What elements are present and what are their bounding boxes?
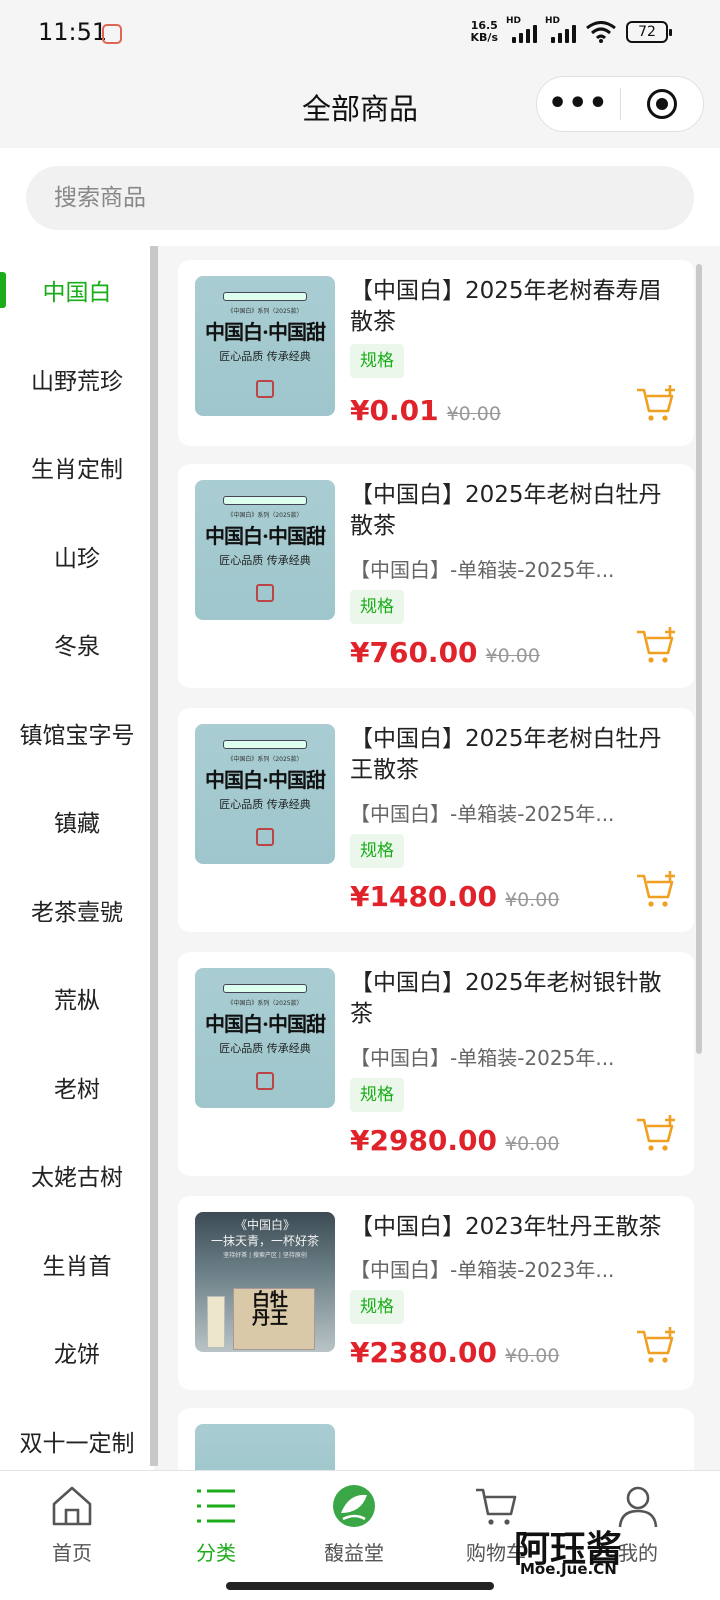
watermark-url: Moe.Jue.CN bbox=[520, 1560, 617, 1578]
sidebar-item-shanzhen[interactable]: 山珍 bbox=[0, 512, 154, 601]
product-desc: 【中国白】-单箱装-2025年... bbox=[350, 558, 615, 582]
sidebar-item-zhencang[interactable]: 镇藏 bbox=[0, 777, 154, 866]
sidebar-item-laoshu[interactable]: 老树 bbox=[0, 1043, 154, 1132]
sidebar-item-dongquan[interactable]: 冬泉 bbox=[0, 600, 154, 689]
target-icon bbox=[646, 89, 677, 119]
sidebar-item-shanye[interactable]: 山野荒珍 bbox=[0, 335, 154, 424]
mini-program-capsule: ••• bbox=[536, 76, 704, 132]
add-to-cart-icon[interactable] bbox=[634, 870, 678, 910]
product-title[interactable]: 【中国白】2023年牡丹王散茶 bbox=[350, 1212, 684, 1243]
spec-button[interactable]: 规格 bbox=[350, 590, 404, 624]
product-price: ¥0.01 ¥0.00 bbox=[350, 394, 501, 427]
home-icon bbox=[52, 1486, 92, 1526]
product-card[interactable]: 《中国白》系列（2025款） 中国白·中国甜 匠心品质 传承经典 【中国白】20… bbox=[178, 708, 694, 932]
sidebar-item-tailao[interactable]: 太姥古树 bbox=[0, 1131, 154, 1220]
product-image[interactable]: 《中国白》系列（2025款） 中国白·中国甜 匠心品质 传承经典 bbox=[195, 968, 335, 1108]
product-card[interactable]: 《中国白》系列（2025款） 中国白·中国甜 匠心品质 传承经典 【中国白】20… bbox=[178, 464, 694, 688]
add-to-cart-icon[interactable] bbox=[634, 1326, 678, 1366]
more-dots-icon[interactable]: ••• bbox=[537, 76, 620, 132]
original-price: ¥0.00 bbox=[485, 645, 540, 667]
category-sidebar: 中国白 山野荒珍 生肖定制 山珍 冬泉 镇馆宝字号 镇藏 老茶壹號 荒枞 老树 … bbox=[0, 246, 154, 1470]
product-image[interactable]: 《中国白》 一抹天青，一杯好茶 坚持好茶 | 搜索产区 | 坚持原创 白牡丹王 bbox=[195, 1212, 335, 1352]
original-price: ¥0.00 bbox=[505, 1345, 560, 1367]
signal-icon: HD bbox=[545, 16, 576, 43]
sidebar-scrollbar[interactable] bbox=[150, 246, 158, 1466]
product-list: 《中国白》系列（2025款） 中国白·中国甜 匠心品质 传承经典 【中国白】20… bbox=[158, 246, 720, 1470]
add-to-cart-icon[interactable] bbox=[634, 626, 678, 666]
product-image[interactable]: 《中国白》系列（2025款） 中国白·中国甜 匠心品质 传承经典 bbox=[195, 480, 335, 620]
cart-icon bbox=[476, 1488, 517, 1525]
original-price: ¥0.00 bbox=[505, 889, 560, 911]
original-price: ¥0.00 bbox=[446, 403, 501, 425]
sidebar-item-shengxiaoshou[interactable]: 生肖首 bbox=[0, 1220, 154, 1309]
product-title[interactable]: 【中国白】2025年老树白牡丹散茶 bbox=[350, 480, 684, 542]
sidebar-item-huangcong[interactable]: 荒枞 bbox=[0, 954, 154, 1043]
tab-category[interactable]: 分类 bbox=[144, 1483, 288, 1565]
spec-button[interactable]: 规格 bbox=[350, 344, 404, 378]
spec-button[interactable]: 规格 bbox=[350, 834, 404, 868]
sidebar-item-longbing[interactable]: 龙饼 bbox=[0, 1308, 154, 1397]
product-desc: 【中国白】-单箱装-2023年... bbox=[350, 1258, 615, 1282]
signal-icon: HD bbox=[506, 16, 537, 43]
product-image[interactable] bbox=[195, 1424, 335, 1470]
sidebar-item-laocha[interactable]: 老茶壹號 bbox=[0, 866, 154, 955]
seal-icon bbox=[256, 584, 274, 602]
sidebar-item-zhongguobai[interactable]: 中国白 bbox=[0, 246, 154, 335]
spec-button[interactable]: 规格 bbox=[350, 1290, 404, 1324]
product-card[interactable]: 《中国白》系列（2025款） 中国白·中国甜 匠心品质 传承经典 【中国白】20… bbox=[178, 260, 694, 446]
product-card[interactable]: 《中国白》系列（2025款） 中国白·中国甜 匠心品质 传承经典 【中国白】20… bbox=[178, 952, 694, 1176]
product-image[interactable]: 《中国白》系列（2025款） 中国白·中国甜 匠心品质 传承经典 bbox=[195, 276, 335, 416]
product-title[interactable]: 【中国白】2025年老树白牡丹王散茶 bbox=[350, 724, 684, 786]
list-scrollbar[interactable] bbox=[696, 264, 702, 1054]
status-time: 11:51 bbox=[38, 18, 108, 46]
seal-icon bbox=[256, 1072, 274, 1090]
category-list-icon bbox=[197, 1489, 235, 1523]
product-card[interactable] bbox=[178, 1408, 694, 1470]
home-indicator[interactable] bbox=[226, 1582, 494, 1590]
seal-icon bbox=[256, 380, 274, 398]
status-indicators: 16.5 KB/s HD HD 72 bbox=[470, 16, 672, 44]
status-bar: 11:51 16.5 KB/s HD HD 72 bbox=[0, 0, 720, 66]
wifi-icon bbox=[586, 21, 616, 43]
close-target-button[interactable] bbox=[621, 89, 704, 119]
product-card[interactable]: 《中国白》 一抹天青，一杯好茶 坚持好茶 | 搜索产区 | 坚持原创 白牡丹王 … bbox=[178, 1196, 694, 1390]
tab-fuyitang[interactable]: 馥益堂 bbox=[282, 1483, 426, 1565]
product-price: ¥2380.00 ¥0.00 bbox=[350, 1336, 560, 1369]
product-price: ¥1480.00 ¥0.00 bbox=[350, 880, 560, 913]
product-title[interactable]: 【中国白】2025年老树银针散茶 bbox=[350, 968, 684, 1030]
search-bar bbox=[0, 148, 720, 246]
battery-icon: 72 bbox=[626, 21, 672, 43]
product-desc: 【中国白】-单箱装-2025年... bbox=[350, 802, 615, 826]
product-price: ¥2980.00 ¥0.00 bbox=[350, 1124, 560, 1157]
product-price: ¥760.00 ¥0.00 bbox=[350, 636, 540, 669]
network-speed: 16.5 KB/s bbox=[470, 19, 498, 44]
sidebar-item-shengxiao[interactable]: 生肖定制 bbox=[0, 423, 154, 512]
original-price: ¥0.00 bbox=[505, 1133, 560, 1155]
product-desc: 【中国白】-单箱装-2025年... bbox=[350, 1046, 615, 1070]
product-title[interactable]: 【中国白】2025年老树春寿眉散茶 bbox=[350, 276, 684, 338]
add-to-cart-icon[interactable] bbox=[634, 1114, 678, 1154]
spec-button[interactable]: 规格 bbox=[350, 1078, 404, 1112]
seal-icon bbox=[256, 828, 274, 846]
leaf-logo-icon bbox=[333, 1485, 375, 1527]
tab-home[interactable]: 首页 bbox=[0, 1483, 144, 1565]
sidebar-item-double11[interactable]: 双十一定制 bbox=[0, 1397, 154, 1471]
add-to-cart-icon[interactable] bbox=[634, 384, 678, 424]
nav-bar: 全部商品 ••• bbox=[0, 66, 720, 148]
app-notification-icon bbox=[102, 24, 122, 44]
product-image[interactable]: 《中国白》系列（2025款） 中国白·中国甜 匠心品质 传承经典 bbox=[195, 724, 335, 864]
sidebar-item-zhenguan[interactable]: 镇馆宝字号 bbox=[0, 689, 154, 778]
search-input[interactable] bbox=[26, 166, 694, 230]
